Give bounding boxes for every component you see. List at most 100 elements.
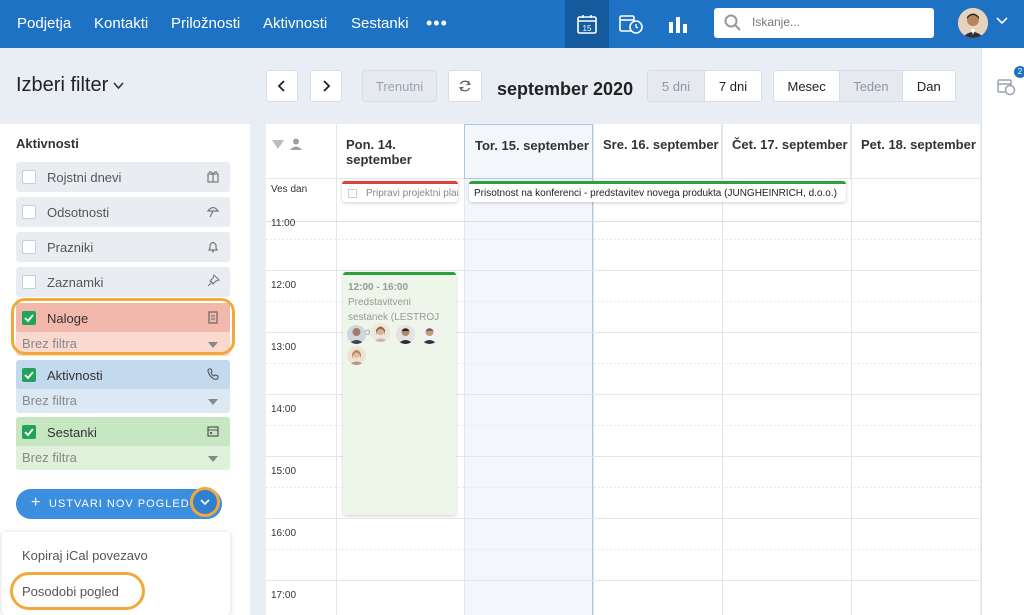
checkbox-checked[interactable] — [22, 311, 36, 325]
filter-zaznamki[interactable]: Zaznamki — [16, 267, 230, 297]
sestanki-filter-dropdown[interactable]: Brez filtra — [16, 446, 230, 470]
time-label: 12:00 — [271, 280, 297, 291]
view-toggle: Mesec Teden Dan — [773, 70, 956, 102]
attendee-avatar — [420, 325, 439, 344]
naloge-filter-dropdown[interactable]: Brez filtra — [16, 332, 230, 356]
person-icon[interactable] — [290, 138, 302, 150]
reminders-badge: 2 — [1014, 66, 1024, 78]
time-label: 14:00 — [271, 404, 297, 415]
dropdown-value: Brez filtra — [22, 393, 77, 408]
plus-icon: + — [31, 494, 42, 511]
caret-down-icon — [208, 342, 218, 348]
reminders-icon[interactable] — [996, 76, 1016, 96]
checkbox-checked[interactable] — [22, 368, 36, 382]
gift-icon — [207, 171, 219, 183]
dropdown-value: Brez filtra — [22, 336, 77, 351]
chevron-right-icon — [323, 80, 331, 92]
filter-label: Rojstni dnevi — [47, 170, 122, 185]
menu-copy-ical[interactable]: Kopiraj iCal povezavo — [22, 548, 148, 563]
event-time: 12:00 - 16:00 — [348, 282, 409, 293]
user-avatar[interactable] — [958, 8, 988, 38]
nav-podjetja[interactable]: Podjetja — [17, 15, 71, 32]
time-label: 13:00 — [271, 342, 297, 353]
range-5-days[interactable]: 5 dni — [648, 71, 705, 101]
chevron-left-icon — [277, 80, 285, 92]
day-header-wed[interactable]: Sre. 16. september — [593, 124, 722, 179]
allday-event-task[interactable]: Pripravi projektni plan — [342, 181, 458, 202]
view-day[interactable]: Dan — [903, 71, 955, 101]
day-label: Tor. 15. september — [475, 138, 589, 153]
day-header-thu[interactable]: Čet. 17. september — [722, 124, 851, 179]
nav-priloznosti[interactable]: Priložnosti — [171, 15, 240, 32]
refresh-icon — [459, 80, 471, 92]
day-label: Sre. 16. september — [603, 137, 719, 152]
checkbox[interactable] — [22, 170, 36, 184]
event-title: Prisotnost na konferenci - predstavitev … — [474, 188, 837, 199]
filter-aktivnosti[interactable]: Aktivnosti — [16, 360, 230, 390]
view-month[interactable]: Mesec — [774, 71, 841, 101]
filter-rojstni-dnevi[interactable]: Rojstni dnevi — [16, 162, 230, 192]
chevron-down-icon — [200, 499, 210, 506]
search-icon — [724, 14, 741, 31]
checkbox[interactable] — [22, 205, 36, 219]
clipboard-icon — [208, 311, 218, 324]
create-view-label: USTVARI NOV POGLED — [49, 498, 190, 510]
range-7-days[interactable]: 7 dni — [705, 71, 761, 101]
refresh-button[interactable] — [448, 70, 482, 102]
filter-label: Aktivnosti — [47, 368, 103, 383]
calendar-clock-button[interactable] — [609, 0, 653, 48]
filter-naloge[interactable]: Naloge — [16, 303, 230, 333]
menu-update-view[interactable]: Posodobi pogled — [22, 584, 119, 599]
event-title: Pripravi projektni plan — [366, 188, 458, 199]
header-controls — [266, 124, 337, 179]
checkbox-checked[interactable] — [22, 425, 36, 439]
filter-icon[interactable] — [272, 140, 284, 150]
checkbox[interactable] — [22, 240, 36, 254]
pin-icon — [207, 274, 220, 287]
calendar-view-button[interactable]: 15 — [565, 0, 609, 48]
aktivnosti-filter-dropdown[interactable]: Brez filtra — [16, 389, 230, 413]
nav-sestanki[interactable]: Sestanki — [351, 15, 409, 32]
bar-chart-icon — [669, 17, 687, 33]
create-view-menu-toggle[interactable] — [190, 487, 220, 517]
day-header-mon[interactable]: Pon. 14. september — [336, 124, 465, 179]
filter-label: Prazniki — [47, 240, 94, 255]
view-week[interactable]: Teden — [840, 71, 903, 101]
user-menu-chevron-icon[interactable] — [996, 17, 1008, 25]
task-checkbox[interactable] — [348, 189, 357, 198]
checkbox[interactable] — [22, 275, 36, 289]
nav-kontakti[interactable]: Kontakti — [94, 15, 148, 32]
filter-label: Sestanki — [47, 425, 97, 440]
prev-button[interactable] — [266, 70, 298, 102]
dropdown-value: Brez filtra — [22, 450, 77, 465]
filter-label: Naloge — [47, 311, 89, 326]
current-month-label: september 2020 — [497, 79, 634, 99]
phone-icon — [207, 368, 219, 380]
today-button[interactable]: Trenutni — [362, 70, 437, 102]
right-rail: 2 — [981, 48, 1024, 615]
nav-aktivnosti[interactable]: Aktivnosti — [263, 15, 327, 32]
day-header-tue[interactable]: Tor. 15. september — [464, 124, 593, 179]
allday-event-conference[interactable]: Prisotnost na konferenci - predstavitev … — [469, 181, 846, 202]
next-button[interactable] — [310, 70, 342, 102]
all-day-label: Ves dan — [271, 184, 308, 195]
day-header-fri[interactable]: Pet. 18. september — [851, 124, 980, 179]
range-toggle: 5 dni 7 dni — [647, 70, 762, 102]
search-input[interactable] — [752, 15, 922, 29]
chevron-down-icon[interactable] — [113, 82, 124, 90]
filter-sestanki[interactable]: Sestanki — [16, 417, 230, 447]
filter-label: Zaznamki — [47, 275, 104, 290]
time-label: 11:00 — [271, 218, 296, 229]
filter-prazniki[interactable]: Prazniki — [16, 232, 230, 262]
attendee-avatar — [347, 325, 366, 344]
filter-selector[interactable]: Izberi filter — [16, 74, 108, 97]
meeting-event[interactable]: 12:00 - 16:00 Predstavitveni sestanek (L… — [343, 272, 456, 515]
more-menu-icon[interactable]: ••• — [426, 13, 448, 34]
calendar-clock-icon — [619, 15, 643, 34]
attendee-avatar — [371, 323, 390, 342]
filter-odsotnosti[interactable]: Odsotnosti — [16, 197, 230, 227]
attendee-avatar — [396, 325, 415, 344]
attendee-avatar — [347, 346, 366, 365]
reports-button[interactable] — [656, 0, 700, 48]
calendar-icon: 15 — [577, 15, 597, 34]
